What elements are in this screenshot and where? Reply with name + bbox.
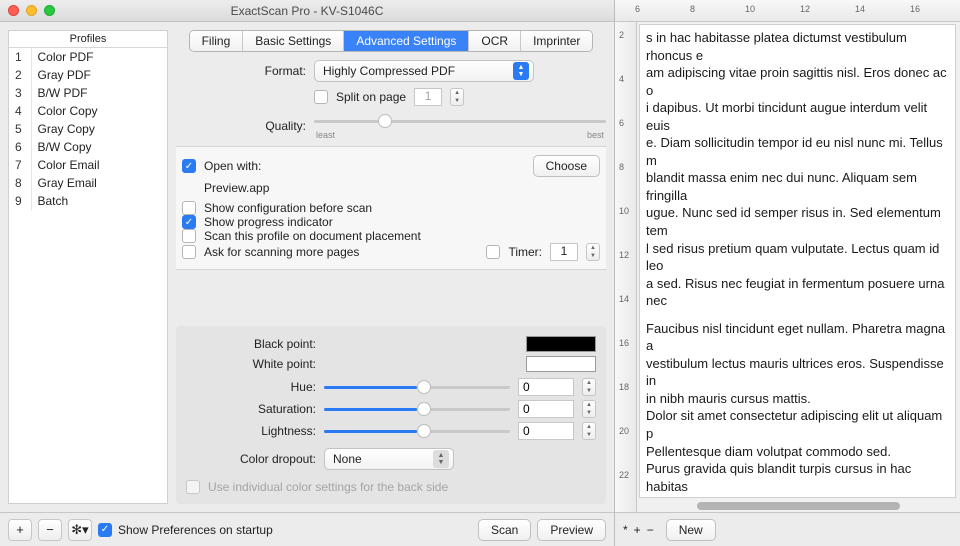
scan-placement-checkbox[interactable] [182, 229, 196, 243]
scrollbar-horizontal[interactable] [697, 502, 900, 510]
blackpoint-swatch[interactable] [526, 336, 596, 352]
show-prefs-checkbox[interactable] [98, 523, 112, 537]
show-prefs-label: Show Preferences on startup [118, 523, 273, 537]
footer-bar: + − ✻▾ Show Preferences on startup Scan … [0, 512, 614, 546]
profiles-list[interactable]: 1Color PDF2Gray PDF3B/W PDF4Color Copy5G… [8, 48, 168, 504]
profile-row[interactable]: 5Gray Copy [9, 120, 167, 138]
hue-stepper[interactable]: ▲▼ [582, 378, 596, 396]
show-config-label: Show configuration before scan [204, 201, 372, 215]
format-select[interactable]: Highly Compressed PDF ▲▼ [314, 60, 534, 82]
saturation-label: Saturation: [186, 402, 316, 416]
quality-min: least [316, 130, 335, 140]
whitepoint-label: White point: [186, 357, 316, 371]
lightness-slider[interactable] [324, 422, 510, 440]
preview-window: 6810121416 246810121416182022 s in hac h… [615, 0, 960, 546]
profiles-header: Profiles [8, 30, 168, 48]
hue-slider[interactable] [324, 378, 510, 396]
ask-more-label: Ask for scanning more pages [204, 245, 359, 259]
preview-button[interactable]: Preview [537, 519, 606, 541]
saturation-value[interactable] [518, 400, 574, 418]
format-label: Format: [176, 64, 306, 78]
openwith-app: Preview.app [182, 177, 600, 201]
profile-row[interactable]: 6B/W Copy [9, 138, 167, 156]
split-stepper[interactable]: ▲▼ [450, 88, 464, 106]
profile-row[interactable]: 9Batch [9, 192, 167, 210]
lightness-label: Lightness: [186, 424, 316, 438]
exactscan-window: ExactScan Pro - KV-S1046C Profiles 1Colo… [0, 0, 615, 546]
chevron-updown-icon: ▲▼ [433, 450, 449, 468]
tab-advanced-settings[interactable]: Advanced Settings [344, 31, 469, 51]
dropout-label: Color dropout: [186, 452, 316, 466]
profiles-panel: Profiles 1Color PDF2Gray PDF3B/W PDF4Col… [8, 30, 168, 504]
dropout-select[interactable]: None ▲▼ [324, 448, 454, 470]
format-value: Highly Compressed PDF [323, 64, 455, 78]
profile-row[interactable]: 7Color Email [9, 156, 167, 174]
document-preview[interactable]: s in hac habitasse platea dictumst vesti… [637, 22, 960, 512]
ruler-horizontal: 6810121416 [615, 0, 960, 22]
show-progress-label: Show progress indicator [204, 215, 333, 229]
remove-profile-button[interactable]: − [38, 519, 62, 541]
individual-color-label: Use individual color settings for the ba… [208, 480, 448, 494]
titlebar: ExactScan Pro - KV-S1046C [0, 0, 614, 22]
blackpoint-label: Black point: [186, 337, 316, 351]
profile-row[interactable]: 1Color PDF [9, 48, 167, 66]
window-title: ExactScan Pro - KV-S1046C [0, 4, 614, 18]
star-button[interactable]: * [623, 523, 628, 537]
split-value[interactable]: 1 [414, 88, 442, 106]
openwith-label: Open with: [204, 159, 261, 173]
timer-label: Timer: [508, 245, 542, 259]
tab-basic-settings[interactable]: Basic Settings [243, 31, 344, 51]
dropout-value: None [333, 452, 362, 466]
openwith-checkbox[interactable] [182, 159, 196, 173]
quality-label: Quality: [176, 119, 306, 133]
scan-placement-label: Scan this profile on document placement [204, 229, 421, 243]
lightness-value[interactable] [518, 422, 574, 440]
ruler-vertical: 246810121416182022 [615, 22, 637, 512]
preview-footer: * + − New [615, 512, 960, 546]
show-progress-checkbox[interactable] [182, 215, 196, 229]
timer-checkbox[interactable] [486, 245, 500, 259]
remove-page-button[interactable]: − [647, 523, 654, 537]
individual-color-checkbox [186, 480, 200, 494]
gear-icon[interactable]: ✻▾ [68, 519, 92, 541]
profile-row[interactable]: 4Color Copy [9, 102, 167, 120]
lightness-stepper[interactable]: ▲▼ [582, 422, 596, 440]
ask-more-checkbox[interactable] [182, 245, 196, 259]
show-config-checkbox[interactable] [182, 201, 196, 215]
quality-slider[interactable] [314, 112, 606, 130]
split-label: Split on page [336, 90, 406, 104]
tab-bar: FilingBasic SettingsAdvanced SettingsOCR… [176, 30, 606, 52]
tab-imprinter[interactable]: Imprinter [521, 31, 592, 51]
profile-row[interactable]: 3B/W PDF [9, 84, 167, 102]
timer-value[interactable]: 1 [550, 243, 578, 261]
hue-label: Hue: [186, 380, 316, 394]
split-checkbox[interactable] [314, 90, 328, 104]
new-button[interactable]: New [666, 519, 716, 541]
hue-value[interactable] [518, 378, 574, 396]
saturation-stepper[interactable]: ▲▼ [582, 400, 596, 418]
timer-stepper[interactable]: ▲▼ [586, 243, 600, 261]
whitepoint-swatch[interactable] [526, 356, 596, 372]
profile-row[interactable]: 2Gray PDF [9, 66, 167, 84]
scan-button[interactable]: Scan [478, 519, 531, 541]
color-section: Black point: White point: Hue: ▲▼ Satura… [176, 326, 606, 504]
saturation-slider[interactable] [324, 400, 510, 418]
add-profile-button[interactable]: + [8, 519, 32, 541]
add-page-button[interactable]: + [634, 523, 641, 537]
tab-ocr[interactable]: OCR [469, 31, 521, 51]
profile-row[interactable]: 8Gray Email [9, 174, 167, 192]
quality-max: best [587, 130, 604, 140]
tab-filing[interactable]: Filing [190, 31, 244, 51]
choose-button[interactable]: Choose [533, 155, 600, 177]
chevron-updown-icon: ▲▼ [513, 62, 529, 80]
